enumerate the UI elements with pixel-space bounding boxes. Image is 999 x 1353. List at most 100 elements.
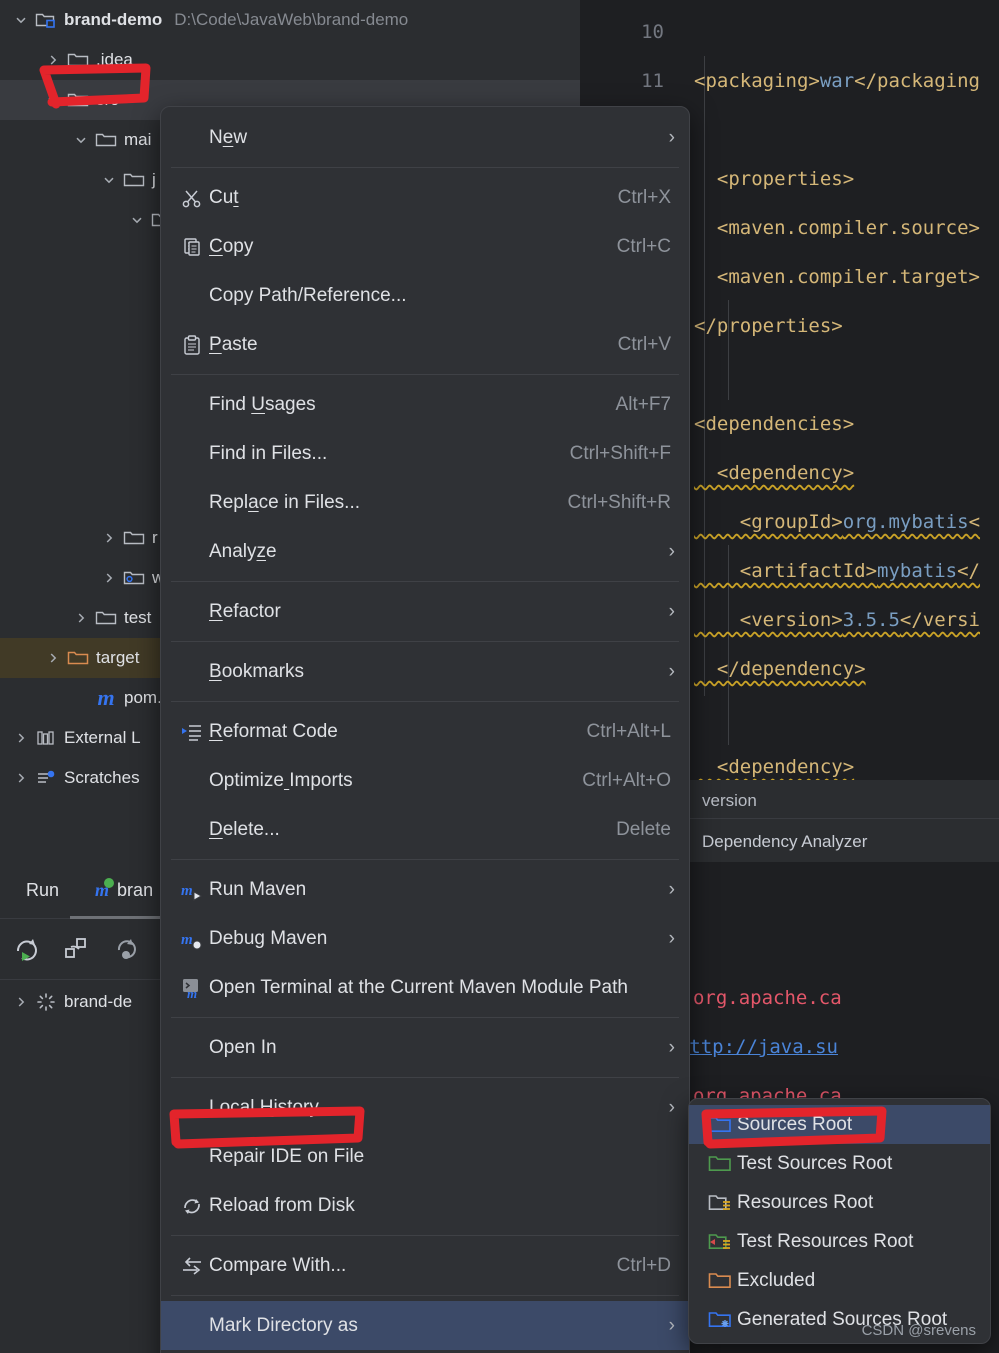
chevron-right-icon: › [668,1314,675,1336]
menu-item-shortcut: Ctrl+V [617,333,671,355]
submenu-item-sources-root[interactable]: Sources Root [689,1105,990,1144]
chevron-down-icon[interactable] [42,93,64,107]
code-token: <packaging> [694,70,820,92]
line-number: 10 [641,21,664,43]
tab-brand-demo[interactable]: m bran [77,877,171,901]
menu-item-optimize-imports[interactable]: Optimize Imports Ctrl+Alt+O [161,756,689,805]
chevron-right-icon[interactable] [10,731,32,745]
code-token: <dependencies> [694,413,855,435]
submenu-item-excluded[interactable]: Excluded [689,1261,990,1300]
menu-item-find-usages[interactable]: Find Usages Alt+F7 [161,380,689,429]
chevron-right-icon[interactable] [98,571,120,585]
test-sources-root-icon [703,1153,737,1174]
menu-item-label: Replace in Files... [209,491,361,513]
submenu-item-label: Test Sources Root [737,1152,893,1174]
chevron-right-icon[interactable] [42,53,64,67]
code-token: </properties> [694,315,843,337]
tab-version[interactable]: version [690,780,999,821]
rerun-icon[interactable] [4,927,48,971]
chevron-right-icon[interactable] [98,531,120,545]
submenu-item-test-resources-root[interactable]: Test Resources Root [689,1222,990,1261]
code-line: </properties> [690,302,999,351]
paste-icon [175,334,209,356]
menu-item-new[interactable]: New › [161,113,689,162]
code-line: <version>3.5.5</versi [690,596,999,645]
spinner-icon [32,991,60,1013]
menu-item-compare-with[interactable]: Compare With... Ctrl+D [161,1241,689,1290]
code-token: < [968,511,981,533]
menu-item-open-in[interactable]: Open In › [161,1023,689,1072]
chevron-down-icon[interactable] [98,173,120,187]
submenu-item-test-sources-root[interactable]: Test Sources Root [689,1144,990,1183]
tree-row-idea[interactable]: .idea [0,40,580,80]
menu-item-copy[interactable]: Copy Ctrl+C [161,222,689,271]
menu-item-shortcut: Ctrl+Shift+F [569,442,671,464]
menu-item-copy-path-reference[interactable]: Copy Path/Reference... [161,271,689,320]
menu-item-run-maven[interactable]: m Run Maven › [161,865,689,914]
menu-item-analyze[interactable]: Analyze › [161,527,689,576]
excluded-folder-icon [64,648,92,668]
mark-directory-as-submenu[interactable]: Sources Root Test Sources Root Resources R… [688,1098,991,1344]
folder-icon [120,170,148,190]
menu-item-paste[interactable]: Paste Ctrl+V [161,320,689,369]
code-lines: <packaging>war</packaging <properties> <… [690,8,999,780]
folder-icon [120,528,148,548]
code-line: <properties> [690,155,999,204]
maven-icon: m [95,877,115,901]
menu-item-shortcut: Ctrl+Alt+L [586,720,671,742]
chevron-right-icon: › [668,1096,675,1118]
console-link[interactable]: http://java.su [678,1036,838,1058]
code-editor[interactable]: <packaging>war</packaging <properties> <… [690,0,999,780]
context-menu[interactable]: New › Cut Ctrl+X Copy Ctrl+C Copy Path/Referen… [160,106,690,1353]
code-line: </dependency> [690,645,999,694]
rerun-failed-icon[interactable] [54,927,98,971]
menu-item-shortcut: Alt+F7 [615,393,671,415]
menu-item-open-terminal-at-the-current-maven-module-path[interactable]: m Open Terminal at the Current Maven Modu… [161,963,689,1012]
code-token: <dependency> [694,756,855,778]
code-line: <artifactId>mybatis</ [690,547,999,596]
chevron-down-icon[interactable] [10,13,32,27]
menu-item-label: Copy [209,235,254,257]
restart-icon[interactable] [104,927,148,971]
menu-separator [171,1077,679,1078]
menu-item-replace-in-files[interactable]: Replace in Files... Ctrl+Shift+R [161,478,689,527]
menu-item-label: Cut [209,186,239,208]
chevron-right-icon: › [668,540,675,562]
chevron-down-icon[interactable] [126,213,148,227]
menu-item-cut[interactable]: Cut Ctrl+X [161,173,689,222]
menu-item-local-history[interactable]: Local History › [161,1083,689,1132]
chevron-right-icon[interactable] [10,771,32,785]
chevron-down-icon[interactable] [70,133,92,147]
tab-run[interactable]: Run [8,880,77,901]
chevron-right-icon[interactable] [10,995,32,1009]
menu-item-label: Open Terminal at the Current Maven Modul… [209,976,628,998]
submenu-item-resources-root[interactable]: Resources Root [689,1183,990,1222]
chevron-right-icon[interactable] [42,651,64,665]
tree-row-brand-demo[interactable]: brand-demo D:\Code\JavaWeb\brand-demo [0,0,580,40]
menu-item-delete[interactable]: Delete... Delete [161,805,689,854]
editor-tool-tabs[interactable]: version Dependency Analyzer [690,780,999,862]
menu-item-bookmarks[interactable]: Bookmarks › [161,647,689,696]
menu-item-debug-maven[interactable]: m Debug Maven › [161,914,689,963]
tab-dependency-analyzer[interactable]: Dependency Analyzer [690,821,999,862]
menu-item-repair-ide-on-file[interactable]: Repair IDE on File [161,1132,689,1181]
menu-item-refactor[interactable]: Refactor › [161,587,689,636]
chevron-right-icon[interactable] [70,611,92,625]
menu-separator [171,167,679,168]
maven-debug-icon: m [175,928,209,950]
menu-separator [171,1295,679,1296]
menu-item-reformat-code[interactable]: Reformat Code Ctrl+Alt+L [161,707,689,756]
menu-item-find-in-files[interactable]: Find in Files... Ctrl+Shift+F [161,429,689,478]
svg-text:m: m [181,932,193,948]
menu-separator [171,859,679,860]
menu-item-mark-directory-as[interactable]: Mark Directory as › [161,1301,689,1350]
submenu-item-label: Resources Root [737,1191,874,1213]
folder-icon [92,608,120,628]
menu-item-label: Optimize Imports [209,769,353,791]
chevron-right-icon: › [668,660,675,682]
tree-label: mai [124,130,152,149]
generated-sources-root-icon [703,1309,737,1330]
menu-item-reload-from-disk[interactable]: Reload from Disk [161,1181,689,1230]
